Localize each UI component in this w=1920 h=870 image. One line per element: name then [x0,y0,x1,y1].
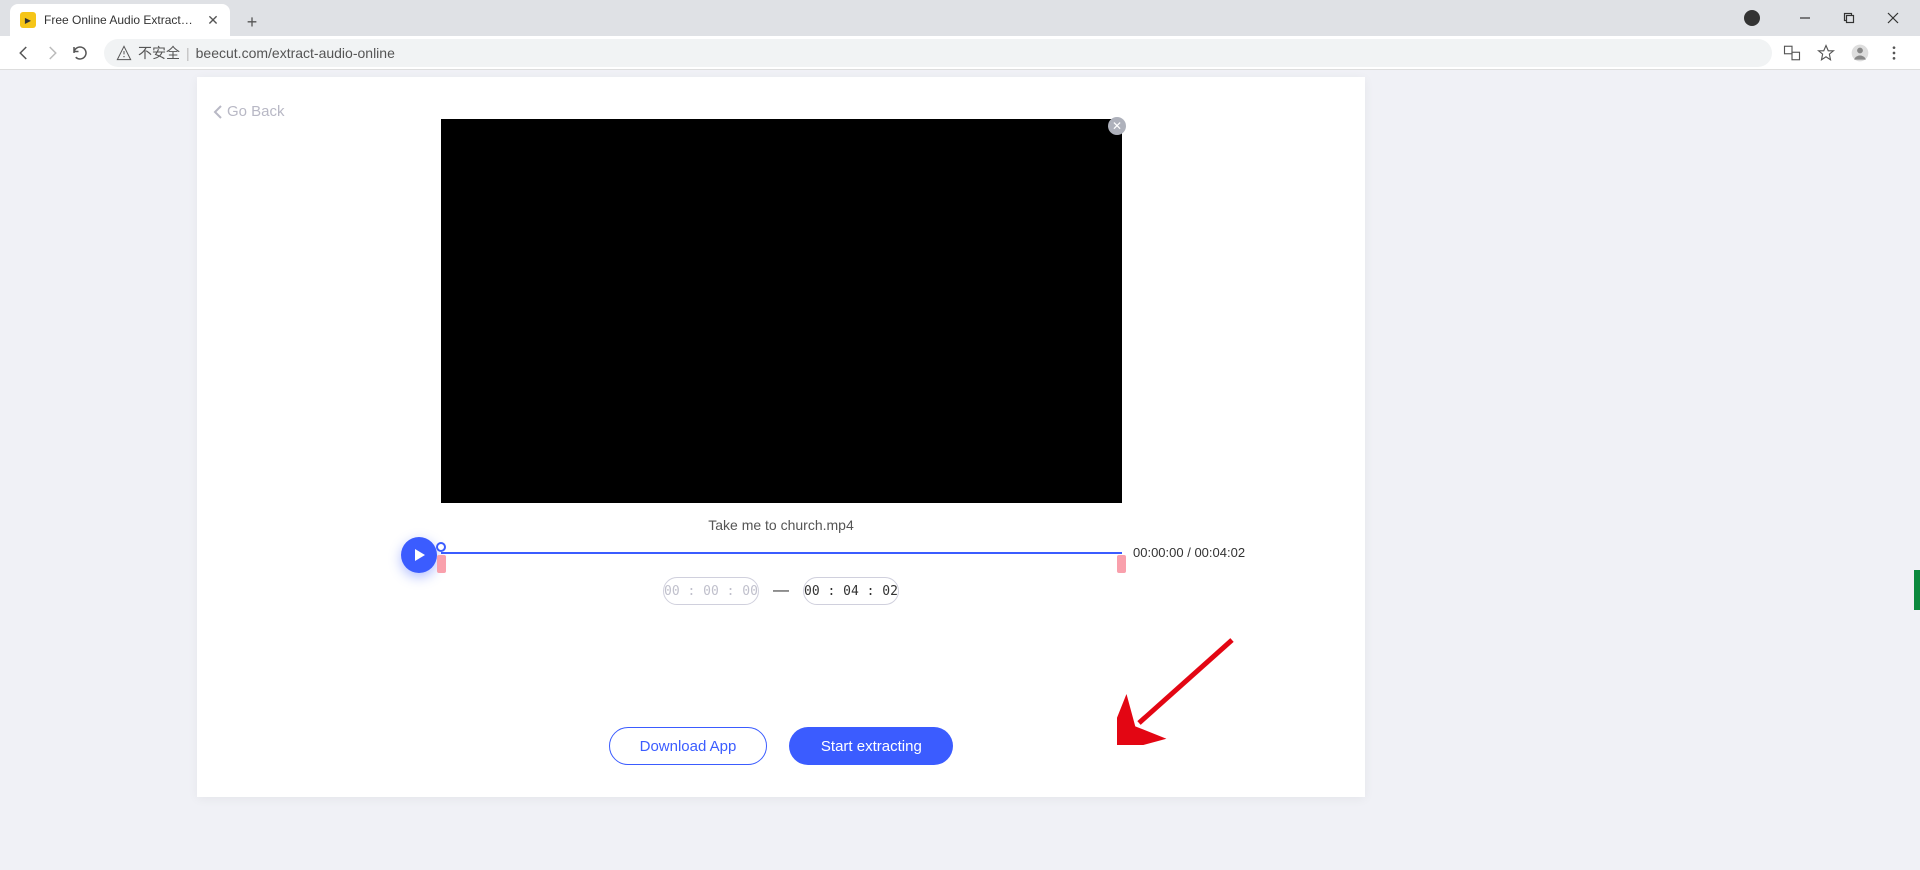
tab-title: Free Online Audio Extractor - l [44,13,198,27]
scrollbar-thumb[interactable] [1914,570,1920,610]
time-display: 00:00:00 / 00:04:02 [1133,545,1245,560]
bookmark-icon[interactable] [1816,43,1836,63]
profile-icon[interactable] [1850,43,1870,63]
start-extracting-button[interactable]: Start extracting [789,727,953,765]
maximize-button[interactable] [1830,4,1868,32]
url-text: beecut.com/extract-audio-online [196,45,395,61]
play-button[interactable] [401,537,437,573]
not-secure-icon [116,45,132,61]
filename-label: Take me to church.mp4 [197,517,1365,533]
close-window-button[interactable] [1874,4,1912,32]
end-time-input[interactable]: 00 : 04 : 02 [803,577,899,605]
back-button[interactable] [10,39,38,67]
security-warning: 不安全 [138,43,180,63]
close-video-button[interactable]: ✕ [1108,117,1126,135]
forward-button[interactable] [38,39,66,67]
new-tab-button[interactable]: + [238,8,266,36]
timeline-playhead[interactable] [436,542,446,552]
trim-start-handle[interactable] [437,555,446,573]
close-tab-icon[interactable]: ✕ [206,13,220,27]
start-time-input[interactable]: 00 : 00 : 00 [663,577,759,605]
download-app-button[interactable]: Download App [609,727,768,765]
time-separator: — [773,582,789,600]
video-preview[interactable] [441,119,1122,503]
reload-button[interactable] [66,39,94,67]
extension-icon[interactable] [1744,10,1760,26]
address-bar[interactable]: 不安全 | beecut.com/extract-audio-online [104,39,1772,67]
browser-tab[interactable]: ▶ Free Online Audio Extractor - l ✕ [10,4,230,36]
translate-icon[interactable] [1782,43,1802,63]
minimize-button[interactable] [1786,4,1824,32]
main-card: Go Back ✕ Take me to church.mp4 00:00:00… [197,77,1365,797]
menu-icon[interactable] [1884,43,1904,63]
trim-end-handle[interactable] [1117,555,1126,573]
timeline-slider[interactable] [441,552,1122,554]
go-back-label: Go Back [227,103,285,120]
chevron-left-icon [213,105,223,119]
tab-favicon-icon: ▶ [20,12,36,28]
go-back-button[interactable]: Go Back [213,103,285,120]
play-icon [415,549,425,561]
